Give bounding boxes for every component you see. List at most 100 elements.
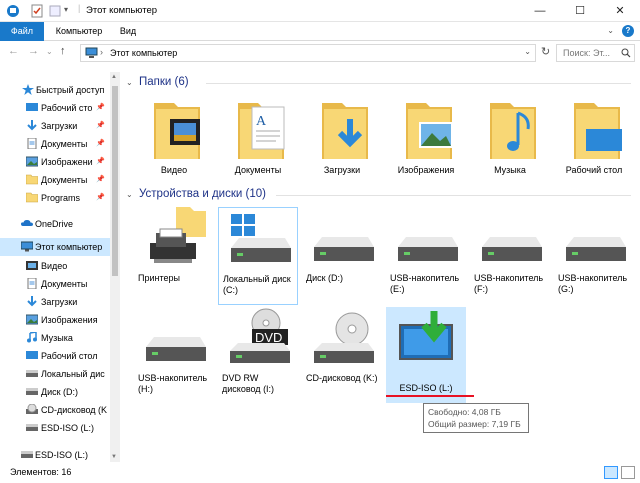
minimize-button[interactable]: — — [520, 0, 560, 22]
maximize-button[interactable]: ☐ — [560, 0, 600, 22]
tab-view[interactable]: Вид — [114, 22, 142, 41]
sidebar-item-label: OneDrive — [35, 219, 74, 229]
sidebar-item-video[interactable]: Видео — [0, 257, 110, 275]
scroll-down-icon[interactable]: ▼ — [111, 454, 117, 460]
sidebar-item-label: Изображения — [41, 315, 98, 325]
new-folder-quick-icon[interactable] — [48, 4, 62, 18]
device-label: Локальный диск (C:) — [223, 274, 291, 295]
pin-icon: 📌 — [96, 158, 105, 165]
tab-file[interactable]: Файл — [0, 22, 44, 41]
expand-ribbon-icon[interactable]: ⌄ — [607, 26, 614, 35]
forward-button[interactable]: → — [28, 45, 39, 57]
scrollbar-thumb[interactable] — [112, 86, 118, 276]
scroll-up-icon[interactable]: ▲ — [111, 74, 117, 80]
computer-icon — [21, 241, 33, 252]
sidebar-item-downloads-pinned[interactable]: Загрузки 📌 — [0, 117, 110, 135]
device-usb-e[interactable]: USB-накопитель (E:) — [386, 207, 466, 303]
device-cd-k[interactable]: CD-дисковод (K:) — [302, 307, 382, 403]
svg-text:A: A — [256, 114, 267, 129]
back-button[interactable]: ← — [8, 45, 19, 57]
printer-icon — [150, 207, 206, 263]
large-icons-view-button[interactable] — [621, 466, 635, 479]
device-dvd-rw-i[interactable]: DVD DVD RW дисковод (I:) — [218, 307, 298, 403]
sidebar-item-esd-iso-child[interactable]: ESD-ISO (L:) — [0, 419, 110, 437]
sidebar-scrollbar[interactable]: ▲ ▼ — [110, 72, 120, 462]
sidebar-item-documents[interactable]: Документы — [0, 275, 110, 293]
desktop-folder-icon — [574, 103, 622, 159]
folder-label: Изображения — [397, 165, 455, 175]
folder-music[interactable]: Музыка — [470, 99, 550, 195]
cloud-icon — [21, 220, 33, 226]
sidebar-item-cd-drive[interactable]: CD-дисковод (K — [0, 401, 110, 419]
sidebar-item-pictures[interactable]: Изображения — [0, 311, 110, 329]
sidebar-item-music[interactable]: Музыка — [0, 329, 110, 347]
computer-icon — [85, 47, 98, 58]
sidebar-item-onedrive[interactable]: OneDrive — [0, 215, 110, 233]
navigation-pane: Быстрый доступ Рабочий сто 📌 Загрузки 📌 … — [0, 72, 120, 462]
customize-quick-access-icon[interactable]: ▾ — [64, 5, 78, 19]
title-separator: | — [78, 3, 81, 13]
sidebar-item-desktop-pinned[interactable]: Рабочий сто 📌 — [0, 99, 110, 117]
address-bar[interactable]: › Этот компьютер ⌄ — [80, 44, 536, 62]
folders-group-header[interactable]: ⌄ Папки (6) — [126, 75, 636, 91]
drive-info-tooltip: Свободно: 4,08 ГБ Общий размер: 7,19 ГБ — [423, 403, 529, 433]
breadcrumb-location[interactable]: Этот компьютер — [110, 48, 177, 58]
details-view-button[interactable] — [604, 466, 618, 479]
device-esd-iso-l[interactable]: ESD-ISO (L:) — [386, 307, 466, 403]
sidebar-item-disk-d[interactable]: Диск (D:) — [0, 383, 110, 401]
explorer-app-icon[interactable] — [6, 4, 20, 18]
ribbon-tabs: Файл Компьютер Вид ⌄ ? — [0, 22, 640, 41]
up-button[interactable]: ↑ — [60, 45, 66, 57]
group-title: Устройства и диски (10) — [139, 188, 266, 200]
sidebar-item-pictures-pinned[interactable]: Изображени 📌 — [0, 153, 110, 171]
sidebar-item-downloads[interactable]: Загрузки — [0, 293, 110, 311]
recent-locations-button[interactable]: ⌄ — [46, 47, 53, 56]
sidebar-item-this-pc[interactable]: Этот компьютер — [0, 238, 110, 256]
device-disk-d[interactable]: Диск (D:) — [302, 207, 382, 303]
downloads-folder-icon — [322, 103, 368, 159]
device-usb-g[interactable]: USB-накопитель (G:) — [554, 207, 634, 303]
device-local-disk-c[interactable]: Локальный диск (C:) — [218, 207, 298, 305]
address-dropdown-icon[interactable]: ⌄ — [524, 47, 531, 56]
device-usb-h[interactable]: USB-накопитель (H:) — [134, 307, 214, 403]
video-icon — [26, 261, 38, 270]
close-button[interactable]: ✕ — [600, 0, 640, 22]
collapse-chevron-icon[interactable]: ⌄ — [126, 190, 133, 199]
sidebar-item-label: Музыка — [41, 333, 73, 343]
sidebar-item-label: Документы — [41, 175, 88, 185]
search-input[interactable]: Поиск: Эт... — [556, 44, 635, 62]
properties-quick-icon[interactable] — [30, 4, 44, 18]
refresh-button[interactable]: ↻ — [541, 45, 550, 58]
cd-drive-icon — [314, 312, 374, 363]
sidebar-item-label: Документы — [41, 139, 88, 149]
sidebar-item-quick-access[interactable]: Быстрый доступ — [0, 81, 110, 99]
devices-group-header[interactable]: ⌄ Устройства и диски (10) — [126, 187, 636, 203]
usb-drive-icon — [566, 237, 626, 261]
folder-documents[interactable]: A Документы — [218, 99, 298, 195]
tooltip-free-space: Свободно: 4,08 ГБ — [428, 407, 501, 417]
collapse-chevron-icon[interactable]: ⌄ — [126, 78, 133, 87]
video-folder-icon — [154, 103, 200, 159]
pin-icon: 📌 — [96, 140, 105, 147]
desktop-icon — [26, 351, 38, 359]
sidebar-item-desktop[interactable]: Рабочий стол — [0, 347, 110, 365]
folder-pictures[interactable]: Изображения — [386, 99, 466, 195]
sidebar-item-label: CD-дисковод (K — [41, 405, 108, 415]
sidebar-item-programs-pinned[interactable]: Programs 📌 — [0, 189, 110, 207]
device-printers[interactable]: Принтеры — [134, 207, 214, 303]
sidebar-item-documents-pinned[interactable]: Документы 📌 — [0, 135, 110, 153]
usb-drive-icon — [482, 237, 542, 261]
documents-folder-icon: A — [238, 103, 285, 159]
folder-downloads[interactable]: Загрузки — [302, 99, 382, 195]
sidebar-item-local-disk[interactable]: Локальный дис — [0, 365, 110, 383]
help-icon[interactable]: ? — [622, 25, 634, 37]
usb-drive-icon — [21, 451, 33, 458]
folder-video[interactable]: Видео — [134, 99, 214, 195]
device-usb-f[interactable]: USB-накопитель (F:) — [470, 207, 550, 303]
cd-drive-icon — [26, 404, 38, 414]
breadcrumb-separator[interactable]: › — [100, 47, 103, 57]
tab-computer[interactable]: Компьютер — [52, 22, 106, 41]
sidebar-item-documents-folder-pinned[interactable]: Документы 📌 — [0, 171, 110, 189]
folder-desktop[interactable]: Рабочий стол — [554, 99, 634, 195]
folder-label: Видео — [160, 165, 188, 175]
